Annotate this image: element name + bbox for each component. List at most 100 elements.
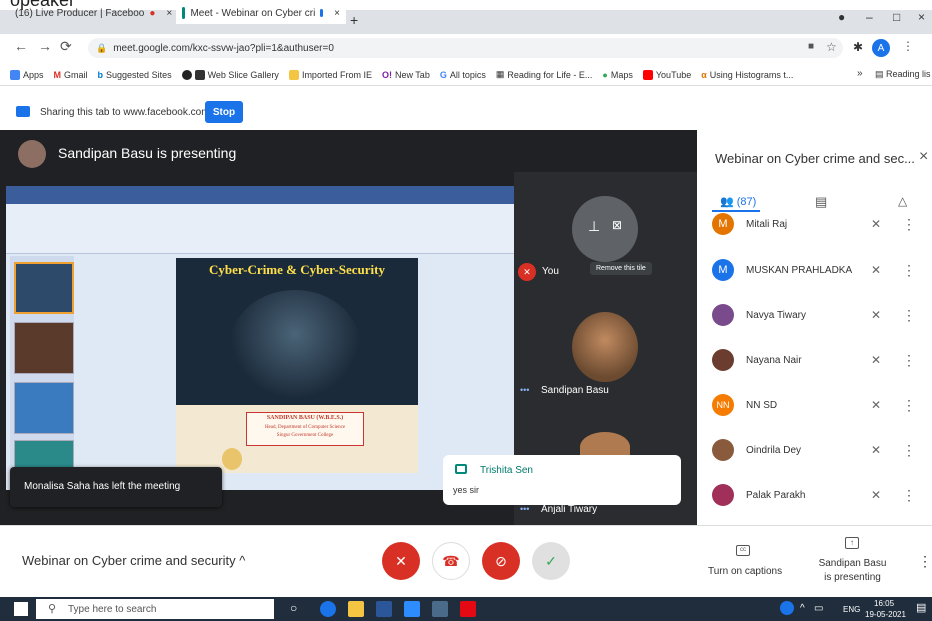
keyboard-icon[interactable]: ▭ [814, 603, 823, 614]
close-panel-icon[interactable]: × [919, 148, 928, 166]
participant-row[interactable]: Oindrila Dey ✕ ⋮ [712, 430, 922, 470]
forward-icon[interactable]: → [38, 38, 52, 54]
bookmark-imported[interactable]: Imported From IE [288, 69, 372, 80]
mic-off-icon: ✕ [870, 443, 882, 457]
participant-row[interactable]: Navya Tiwary ✕ ⋮ [712, 295, 922, 335]
you-label: You [542, 266, 559, 277]
mic-off-icon: ✕ [870, 398, 882, 412]
mic-toggle-button[interactable]: ✕ [382, 542, 420, 580]
bookmark-label: Using Histograms t... [709, 69, 794, 80]
reload-icon[interactable]: ⟳ [60, 38, 72, 55]
bookmarks-bar: Apps M Gmail b Suggested Sites Web Slice G… [0, 64, 932, 86]
tray-chevron-icon[interactable]: ^ [800, 603, 805, 614]
bookmark-gmail[interactable]: M Gmail [54, 70, 88, 80]
bookmark-apps[interactable]: Apps [10, 69, 44, 80]
present-check-button[interactable]: ✓ [532, 542, 570, 580]
remove-tile-icon[interactable]: ⊠ [612, 218, 622, 232]
bookmark-label: New Tab [394, 69, 430, 80]
slide-line2: Singur Government College [276, 433, 334, 438]
participant-avatar [712, 304, 734, 326]
captions-icon[interactable]: cc [736, 545, 750, 556]
chevron-up-icon: ^ [235, 553, 246, 568]
camera-icon[interactable]: ■ [808, 41, 814, 52]
captions-label[interactable]: Turn on captions [708, 566, 782, 577]
bookmark-all-topics[interactable]: G All topics [440, 70, 486, 80]
panel-title: Webinar on Cyber crime and sec... [715, 151, 915, 166]
participant-row[interactable]: Palak Parakh ✕ ⋮ [712, 475, 922, 515]
bookmark-reading[interactable]: ▦ Reading for Life - E... [496, 69, 593, 80]
bookmark-maps[interactable]: ● Maps [602, 70, 632, 80]
lock-icon: 🔒 [96, 42, 108, 53]
bookmark-web-slice[interactable]: Web Slice Gallery [181, 69, 279, 80]
meeting-details[interactable]: Webinar on Cyber crime and security ^ [22, 553, 245, 568]
camera-toggle-button[interactable]: ⊘ [482, 542, 520, 580]
netflix-icon[interactable] [460, 601, 476, 617]
reading-list[interactable]: ▤ Reading lis [875, 69, 931, 80]
bookmark-suggested[interactable]: b Suggested Sites [98, 70, 172, 80]
chrome-icon[interactable] [320, 601, 336, 617]
zoom-icon[interactable] [404, 601, 420, 617]
close-tab-icon[interactable]: × [334, 8, 340, 19]
maximize-button[interactable]: □ [893, 10, 900, 24]
toast-text: Monalisa Saha has left the meeting [24, 481, 181, 492]
close-tab-icon[interactable]: × [166, 8, 172, 19]
more-options-icon[interactable]: ⋮ [900, 487, 918, 504]
participant-name: Nayana Nair [746, 354, 802, 366]
mic-off-icon: ✕ [870, 488, 882, 502]
remove-tile-tooltip: Remove this tile [590, 262, 652, 275]
ppt-ribbon [6, 204, 514, 254]
back-icon[interactable]: ← [14, 38, 28, 54]
search-icon: ⚲ [48, 603, 57, 615]
bookmarks-overflow[interactable]: » [857, 68, 863, 79]
more-options-icon[interactable]: ⋮ [918, 553, 932, 570]
language-indicator[interactable]: ENG [843, 605, 860, 614]
leave-call-button[interactable]: ☎ [432, 542, 470, 580]
help-icon[interactable] [780, 601, 794, 615]
clock-date[interactable]: 19-05-2021 [865, 610, 906, 619]
participant-name: NN SD [746, 399, 778, 411]
star-icon[interactable]: ☆ [826, 40, 837, 54]
participant-row[interactable]: Nayana Nair ✕ ⋮ [712, 340, 922, 380]
check-icon: ✓ [545, 552, 557, 569]
extensions-icon[interactable]: ✱ [853, 40, 863, 54]
more-options-icon[interactable]: ⋮ [900, 442, 918, 459]
bookmark-label: Imported From IE [301, 69, 372, 80]
audio-dots-icon: ••• [520, 504, 530, 514]
file-explorer-icon[interactable] [348, 601, 364, 617]
participant-row[interactable]: NN NN SD ✕ ⋮ [712, 385, 922, 425]
pin-icon[interactable]: ⊥ [588, 218, 600, 235]
maps-pin-icon: ● [602, 69, 608, 80]
address-bar[interactable]: 🔒 meet.google.com/kxc-ssvw-jao?pli=1&aut… [88, 38, 843, 58]
more-options-icon[interactable]: ⋮ [900, 216, 918, 233]
reading-list-label: Reading lis [886, 69, 931, 79]
word-icon[interactable] [376, 601, 392, 617]
cortana-icon[interactable]: ○ [290, 601, 297, 615]
tab-meet[interactable]: Meet - Webinar on Cyber cri × [176, 2, 346, 24]
windows-start-icon[interactable] [14, 602, 28, 616]
meet-icon [182, 7, 186, 19]
present-icon[interactable]: ↑ [845, 537, 859, 549]
chat-notification[interactable] [443, 455, 681, 505]
clock-time[interactable]: 16:05 [874, 599, 894, 608]
notifications-icon[interactable]: ▤ [916, 601, 926, 614]
close-window-button[interactable]: × [918, 10, 925, 24]
calculator-icon[interactable] [432, 601, 448, 617]
participant-row[interactable]: M MUSKAN PRAHLADKA ✕ ⋮ [712, 250, 922, 290]
gmail-icon: M [53, 69, 62, 80]
participant-row[interactable]: M Mitali Raj ✕ ⋮ [712, 206, 922, 242]
stop-sharing-button[interactable]: Stop [205, 101, 243, 123]
url-text: meet.google.com/kxc-ssvw-jao?pli=1&authu… [113, 42, 334, 54]
bookmark-new-tab[interactable]: O! New Tab [382, 70, 430, 80]
mic-off-icon: ✕ [870, 353, 882, 367]
more-options-icon[interactable]: ⋮ [900, 397, 918, 414]
more-options-icon[interactable]: ⋮ [900, 307, 918, 324]
more-options-icon[interactable]: ⋮ [900, 352, 918, 369]
tab-facebook[interactable]: (16) Live Producer | Faceboo ● × [4, 2, 174, 24]
more-options-icon[interactable]: ⋮ [900, 262, 918, 279]
profile-avatar[interactable]: A [872, 39, 890, 57]
menu-icon[interactable]: ⋮ [902, 39, 914, 53]
bookmark-youtube[interactable]: YouTube [642, 69, 691, 80]
new-tab-button[interactable]: + [350, 12, 358, 28]
bookmark-histograms[interactable]: α Using Histograms t... [701, 70, 793, 80]
minimize-button[interactable]: – [866, 10, 873, 24]
